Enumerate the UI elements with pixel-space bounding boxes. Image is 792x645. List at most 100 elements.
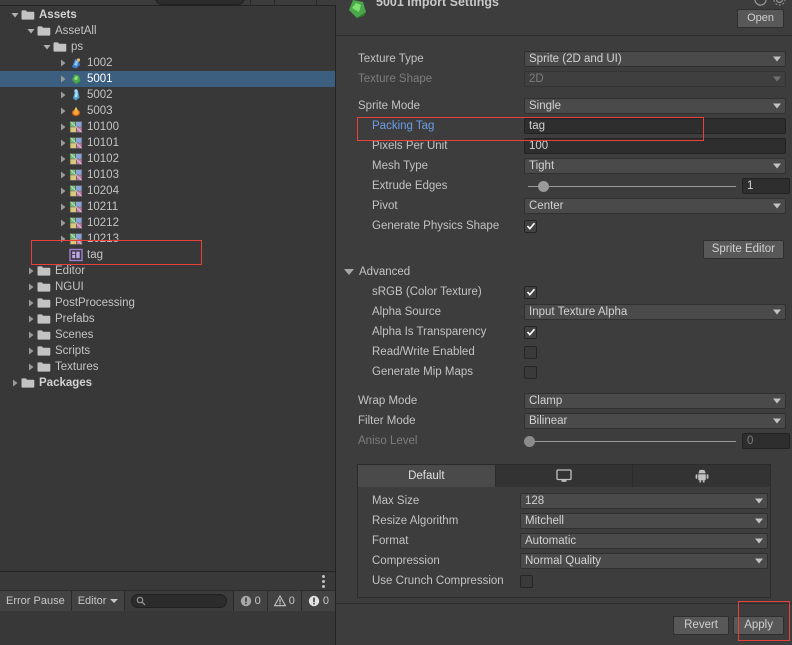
- triangle-right-icon[interactable]: [24, 327, 37, 343]
- tree-item-10103[interactable]: 10103: [0, 167, 335, 183]
- triangle-right-icon[interactable]: [8, 375, 21, 391]
- packing-tag-label[interactable]: Packing Tag: [358, 120, 524, 132]
- project-asset-tree[interactable]: Assets AssetAll ps 1002 5001 5002 5003 10100 101…: [0, 7, 335, 572]
- project-toolbar-button-1[interactable]: [250, 0, 274, 5]
- open-button[interactable]: Open: [737, 9, 784, 28]
- pixels-per-unit-input[interactable]: 100: [524, 138, 786, 154]
- triangle-right-icon[interactable]: [56, 55, 69, 71]
- tree-item-scripts[interactable]: Scripts: [0, 343, 335, 359]
- console-options-icon[interactable]: [322, 575, 325, 590]
- console-log-counter[interactable]: 0: [232, 591, 267, 611]
- project-toolbar-button-3[interactable]: [316, 0, 336, 5]
- pivot-dropdown[interactable]: Center: [524, 198, 786, 214]
- help-icon[interactable]: [754, 0, 767, 6]
- error-pause-button[interactable]: Error Pause: [0, 591, 72, 611]
- apply-button[interactable]: Apply: [733, 616, 784, 635]
- tree-item-label: Packages: [39, 377, 93, 389]
- tree-item-label: tag: [87, 249, 103, 261]
- triangle-down-icon[interactable]: [24, 23, 37, 39]
- tree-item-5003[interactable]: 5003: [0, 103, 335, 119]
- sprite-mode-dropdown[interactable]: Single: [524, 98, 786, 114]
- triangle-right-icon[interactable]: [24, 279, 37, 295]
- tree-item-1002[interactable]: 1002: [0, 55, 335, 71]
- wrap-mode-dropdown[interactable]: Clamp: [524, 393, 786, 409]
- triangle-right-icon[interactable]: [56, 119, 69, 135]
- tree-item-label: 5002: [87, 89, 113, 101]
- triangle-right-icon[interactable]: [24, 359, 37, 375]
- resize-algorithm-dropdown[interactable]: Mitchell: [520, 513, 768, 529]
- sprite-editor-button[interactable]: Sprite Editor: [702, 239, 784, 259]
- format-dropdown[interactable]: Automatic: [520, 533, 768, 549]
- generate-mip-maps-checkbox[interactable]: [524, 365, 537, 379]
- editor-dropdown-button[interactable]: Editor: [71, 591, 126, 611]
- triangle-down-icon[interactable]: [40, 39, 53, 55]
- sprite-sheet-icon: [69, 184, 83, 198]
- tree-item-10101[interactable]: 10101: [0, 135, 335, 151]
- tree-item-assets[interactable]: Assets: [0, 7, 335, 23]
- filter-mode-dropdown[interactable]: Bilinear: [524, 413, 786, 429]
- triangle-right-icon[interactable]: [24, 295, 37, 311]
- console-warning-counter[interactable]: 0: [266, 591, 301, 611]
- tree-item-5002[interactable]: 5002: [0, 87, 335, 103]
- alpha-is-transparency-checkbox[interactable]: [524, 325, 537, 339]
- triangle-down-icon[interactable]: [8, 7, 21, 23]
- triangle-right-icon[interactable]: [24, 343, 37, 359]
- mesh-type-dropdown[interactable]: Tight: [524, 158, 786, 174]
- compression-dropdown[interactable]: Normal Quality: [520, 553, 768, 569]
- gear-icon[interactable]: [773, 0, 786, 6]
- format-value: Automatic: [525, 535, 577, 547]
- tree-item-10212[interactable]: 10212: [0, 215, 335, 231]
- max-size-dropdown[interactable]: 128: [520, 493, 768, 509]
- tab-android[interactable]: [633, 465, 771, 487]
- folder-icon: [21, 376, 35, 390]
- alpha-source-value: Input Texture Alpha: [529, 306, 628, 318]
- triangle-right-icon[interactable]: [56, 231, 69, 247]
- packing-tag-input[interactable]: tag: [524, 118, 786, 134]
- tree-item-ps[interactable]: ps: [0, 39, 335, 55]
- triangle-right-icon[interactable]: [56, 71, 69, 87]
- extrude-edges-input[interactable]: 1: [742, 178, 790, 194]
- triangle-right-icon[interactable]: [24, 311, 37, 327]
- triangle-right-icon[interactable]: [56, 103, 69, 119]
- advanced-foldout[interactable]: Advanced: [336, 262, 792, 282]
- triangle-right-icon[interactable]: [56, 183, 69, 199]
- tree-item-editor[interactable]: Editor: [0, 263, 335, 279]
- revert-button[interactable]: Revert: [673, 616, 729, 635]
- tab-default[interactable]: Default: [358, 465, 496, 487]
- extrude-edges-slider[interactable]: [524, 179, 736, 193]
- tree-item-10102[interactable]: 10102: [0, 151, 335, 167]
- tree-item-5001[interactable]: 5001: [0, 71, 335, 87]
- tree-item-prefabs[interactable]: Prefabs: [0, 311, 335, 327]
- triangle-right-icon[interactable]: [56, 199, 69, 215]
- use-crunch-compression-checkbox[interactable]: [520, 574, 533, 588]
- console-search-input[interactable]: [131, 594, 227, 608]
- project-toolbar-button-2[interactable]: [274, 0, 316, 5]
- tree-item-10204[interactable]: 10204: [0, 183, 335, 199]
- tree-item-10100[interactable]: 10100: [0, 119, 335, 135]
- tree-item-packages[interactable]: Packages: [0, 375, 335, 391]
- tree-item-scenes[interactable]: Scenes: [0, 327, 335, 343]
- read-write-enabled-checkbox[interactable]: [524, 345, 537, 359]
- srgb-checkbox[interactable]: [524, 285, 537, 299]
- triangle-right-icon[interactable]: [56, 87, 69, 103]
- tree-item-postprocessing[interactable]: PostProcessing: [0, 295, 335, 311]
- triangle-right-icon[interactable]: [56, 135, 69, 151]
- project-search-input[interactable]: [155, 0, 245, 5]
- slider-knob[interactable]: [538, 180, 549, 192]
- tree-item-tag[interactable]: tag: [0, 247, 335, 263]
- tree-item-assetall[interactable]: AssetAll: [0, 23, 335, 39]
- tree-item-ngui[interactable]: NGUI: [0, 279, 335, 295]
- alpha-source-dropdown[interactable]: Input Texture Alpha: [524, 304, 786, 320]
- tree-item-textures[interactable]: Textures: [0, 359, 335, 375]
- triangle-right-icon[interactable]: [56, 215, 69, 231]
- console-error-counter[interactable]: 0: [300, 591, 335, 611]
- platform-settings-box: Default Max Size 128 Resize Algorithm Mi…: [357, 464, 771, 598]
- tab-standalone[interactable]: [495, 465, 634, 487]
- texture-type-dropdown[interactable]: Sprite (2D and UI): [524, 51, 786, 67]
- triangle-right-icon[interactable]: [56, 151, 69, 167]
- tree-item-10213[interactable]: 10213: [0, 231, 335, 247]
- tree-item-10211[interactable]: 10211: [0, 199, 335, 215]
- triangle-right-icon[interactable]: [24, 263, 37, 279]
- generate-physics-shape-checkbox[interactable]: [524, 219, 537, 233]
- triangle-right-icon[interactable]: [56, 167, 69, 183]
